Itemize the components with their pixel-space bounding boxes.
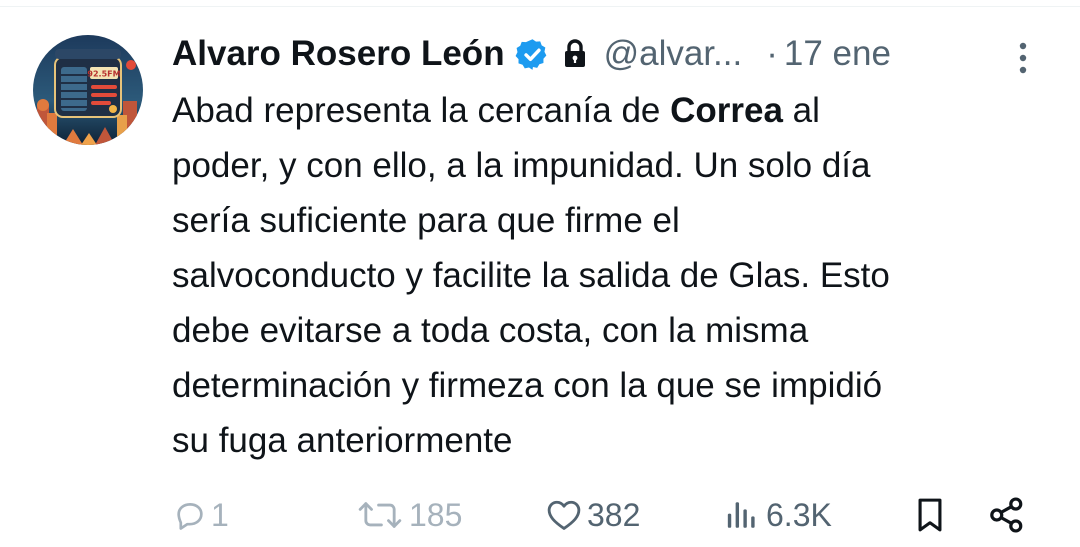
protected-lock-icon <box>562 38 588 70</box>
retweet-button[interactable]: 185 <box>355 490 462 540</box>
like-count: 382 <box>587 496 641 533</box>
like-button[interactable]: 382 <box>545 490 640 540</box>
tweet-date[interactable]: 17 ene <box>784 34 891 74</box>
retweet-count: 185 <box>409 496 463 533</box>
retweet-icon <box>358 502 402 528</box>
avatar-image: 92.5FM <box>33 35 143 145</box>
tweet-text-part-2: al poder, y con ello, a la impunidad. Un… <box>172 91 890 460</box>
heart-icon <box>547 500 581 530</box>
avatar-frequency-label: 92.5FM <box>87 70 120 79</box>
author-handle[interactable]: @alvar... <box>604 34 743 74</box>
tweet-text-part-1: Abad representa la cercanía de <box>172 91 671 130</box>
views-count: 6.3K <box>766 496 832 533</box>
top-divider <box>0 6 1080 7</box>
views-icon <box>727 502 755 528</box>
bookmark-button[interactable] <box>913 490 947 540</box>
bookmark-icon <box>918 498 942 532</box>
share-icon <box>990 497 1023 533</box>
more-options-icon[interactable] <box>1010 38 1036 78</box>
author-avatar[interactable]: 92.5FM <box>33 35 143 145</box>
reply-icon <box>177 503 203 530</box>
tweet-header: Alvaro Rosero León @alvar... · 17 ene <box>172 28 1052 80</box>
header-separator: · <box>766 34 778 73</box>
tweet-actions-bar: 1 185 382 6.3K <box>0 490 1080 540</box>
views-button[interactable]: 6.3K <box>722 490 832 540</box>
tweet-text-bold: Correa <box>670 91 783 130</box>
tweet-text: Abad representa la cercanía de Correa al… <box>172 83 1052 468</box>
reply-button[interactable]: 1 <box>173 490 229 540</box>
verified-badge-icon[interactable] <box>515 37 550 72</box>
author-display-name[interactable]: Alvaro Rosero León <box>172 34 505 74</box>
share-button[interactable] <box>988 490 1026 540</box>
reply-count: 1 <box>211 496 229 533</box>
